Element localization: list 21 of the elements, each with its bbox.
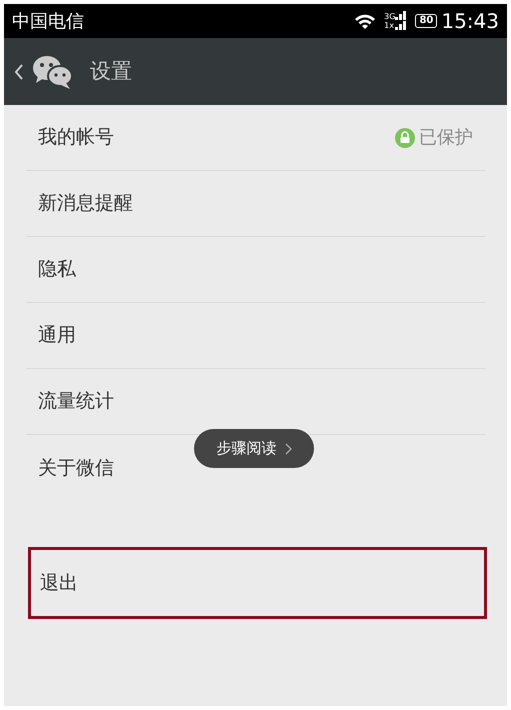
wifi-icon [354,12,376,30]
lock-icon [395,128,415,148]
step-reading-button[interactable]: 步骤阅读 [194,429,314,468]
back-icon[interactable] [14,62,24,80]
battery-level: 80 [415,14,438,28]
page-title: 设置 [90,58,132,85]
chevron-right-icon [284,442,292,454]
network-type-label: 1x [384,21,395,30]
settings-item[interactable]: 隐私 [38,255,76,284]
logout-item[interactable]: 退出 [28,547,487,619]
settings-item[interactable]: 我的帐号 [38,123,114,152]
clock-time: 15:43 [441,8,499,35]
signal-icon [395,11,408,31]
settings-item[interactable]: 通用 [38,321,76,350]
carrier-name: 中国电信 [12,10,84,34]
chat-bubbles-icon [32,54,74,90]
settings-item[interactable]: 关于微信 [38,454,114,482]
settings-item[interactable]: 流量统计 [38,387,114,416]
network-type-label: 3G [384,12,396,21]
protection-status: 已保护 [419,126,473,150]
settings-item[interactable]: 新消息提醒 [38,189,133,218]
